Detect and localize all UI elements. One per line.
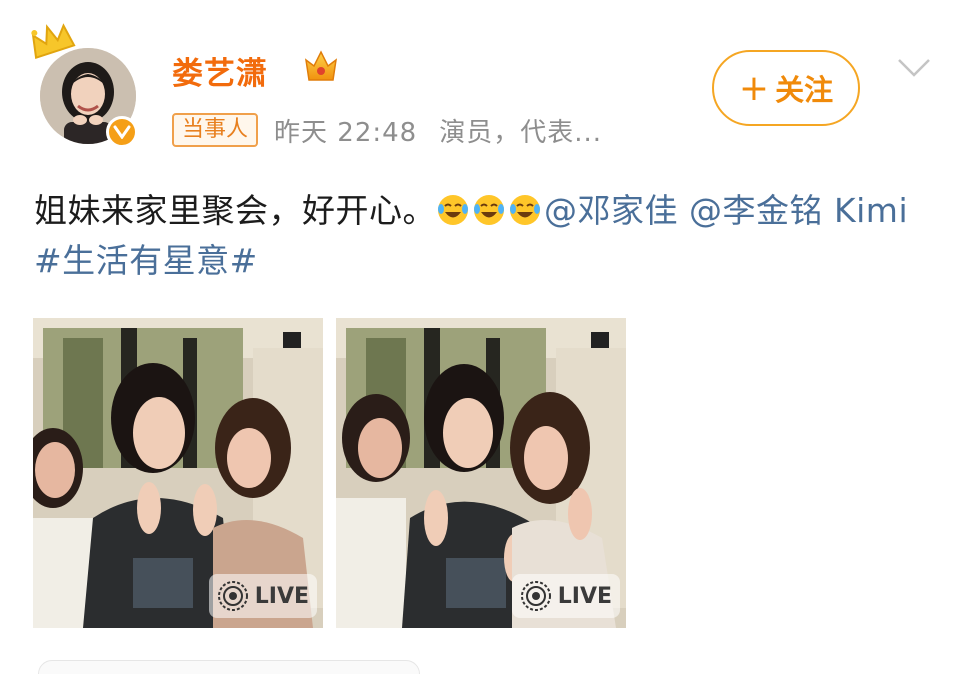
live-icon (217, 581, 248, 611)
live-label: LIVE (254, 583, 309, 609)
profession: 演员，代表... (439, 117, 603, 148)
follow-button[interactable]: + 关注 (712, 50, 860, 126)
post-photo[interactable]: LIVE (33, 318, 323, 628)
status-badge: 当事人 (172, 113, 259, 147)
live-label: LIVE (557, 583, 612, 609)
laugh-cry-emoji (438, 195, 468, 225)
timestamp: 昨天 22:48 (274, 117, 418, 148)
hashtag-link[interactable]: #生活有星意# (34, 241, 258, 280)
username[interactable]: 娄艺潇 (172, 48, 268, 93)
laugh-cry-emoji (510, 195, 540, 225)
laugh-cry-emoji (474, 195, 504, 225)
vip-crown-icon (304, 50, 338, 81)
weibo-post: 娄艺潇 当事人 昨天 22:48 演员，代表... + 关注 姐妹来家里聚会，好… (0, 0, 960, 674)
follow-label: 关注 (775, 73, 834, 107)
post-meta: 当事人 昨天 22:48 演员，代表... (172, 112, 602, 148)
post-body: 姐妹来家里聚会，好开心。 @邓家佳 @李金铭 Kimi #生活有星意# (34, 186, 934, 286)
bottom-card[interactable] (38, 660, 420, 674)
plus-icon: + (738, 67, 770, 109)
mention-link[interactable]: @李金铭 Kimi (689, 191, 908, 230)
verified-icon (106, 116, 138, 148)
live-badge: LIVE (511, 574, 620, 618)
live-icon (520, 581, 551, 611)
post-text: 姐妹来家里聚会，好开心。 (34, 191, 436, 230)
crown-icon (31, 23, 76, 60)
avatar-container[interactable] (31, 23, 140, 150)
live-badge: LIVE (208, 574, 317, 618)
post-photo[interactable]: LIVE (336, 318, 626, 628)
mention-link[interactable]: @邓家佳 (544, 191, 678, 230)
chevron-down-icon[interactable] (896, 56, 932, 80)
